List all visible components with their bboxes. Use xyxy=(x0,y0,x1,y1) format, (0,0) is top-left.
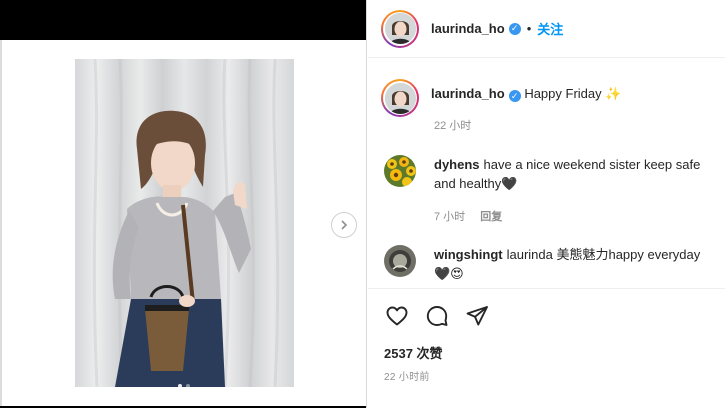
post-details: laurinda_ho ✓ • 关注 laurinda_ho ✓ Happy F… xyxy=(368,0,725,408)
posted-time[interactable]: 22 小时前 xyxy=(384,368,430,383)
post-caption: laurinda_ho ✓ Happy Friday ✨ xyxy=(381,79,621,117)
like-count[interactable]: 2537 次赞 xyxy=(384,343,443,362)
comment-meta: 7 小时 回复 xyxy=(434,208,502,224)
post-photo[interactable] xyxy=(75,59,294,387)
share-icon xyxy=(466,306,488,326)
author-username[interactable]: laurinda_ho xyxy=(431,21,505,36)
heart-icon xyxy=(386,306,408,326)
caption-username[interactable]: laurinda_ho xyxy=(431,86,505,101)
comment-username[interactable]: wingshingt xyxy=(434,247,503,262)
reply-button[interactable]: 回复 xyxy=(480,211,502,223)
comment-username[interactable]: dyhens xyxy=(434,157,480,172)
media-top-bar xyxy=(0,0,366,40)
commenter-avatar[interactable] xyxy=(384,245,416,277)
photo-illustration xyxy=(92,59,280,387)
chevron-right-icon xyxy=(341,220,348,230)
carousel-dot xyxy=(186,384,190,388)
carousel-indicator xyxy=(174,384,194,388)
commenter-avatar[interactable] xyxy=(384,155,416,187)
author-avatar[interactable] xyxy=(381,9,419,48)
comment-button[interactable] xyxy=(424,303,450,329)
comments-list[interactable]: laurinda_ho ✓ Happy Friday ✨ 22 小时 dyhen… xyxy=(368,59,725,288)
like-button[interactable] xyxy=(384,303,410,329)
verified-badge-icon: ✓ xyxy=(508,90,521,102)
post-header: laurinda_ho ✓ • 关注 xyxy=(368,0,725,58)
share-button[interactable] xyxy=(464,303,490,329)
instagram-post-view: laurinda_ho ✓ • 关注 laurinda_ho ✓ Happy F… xyxy=(0,0,725,408)
caption-time[interactable]: 22 小时 xyxy=(434,117,471,133)
comment-item: dyhens have a nice weekend sister keep sa… xyxy=(384,155,714,193)
media-panel xyxy=(0,0,367,408)
comment-icon xyxy=(426,306,448,326)
verified-badge-icon: ✓ xyxy=(508,22,521,35)
avatar-image xyxy=(384,82,416,114)
action-bar xyxy=(368,288,725,326)
comment-time[interactable]: 7 小时 xyxy=(434,211,465,223)
avatar-image xyxy=(384,13,416,44)
carousel-dot-active xyxy=(178,384,182,388)
next-slide-button[interactable] xyxy=(331,212,357,238)
comment-item: wingshingt laurinda 美態魅力happy everyday 🖤😍 xyxy=(384,245,714,283)
header-separator: • xyxy=(526,21,532,36)
caption-author-avatar[interactable] xyxy=(381,79,419,117)
follow-button[interactable]: 关注 xyxy=(537,19,563,38)
caption-text: Happy Friday ✨ xyxy=(524,86,622,101)
panel-edge xyxy=(0,40,2,406)
